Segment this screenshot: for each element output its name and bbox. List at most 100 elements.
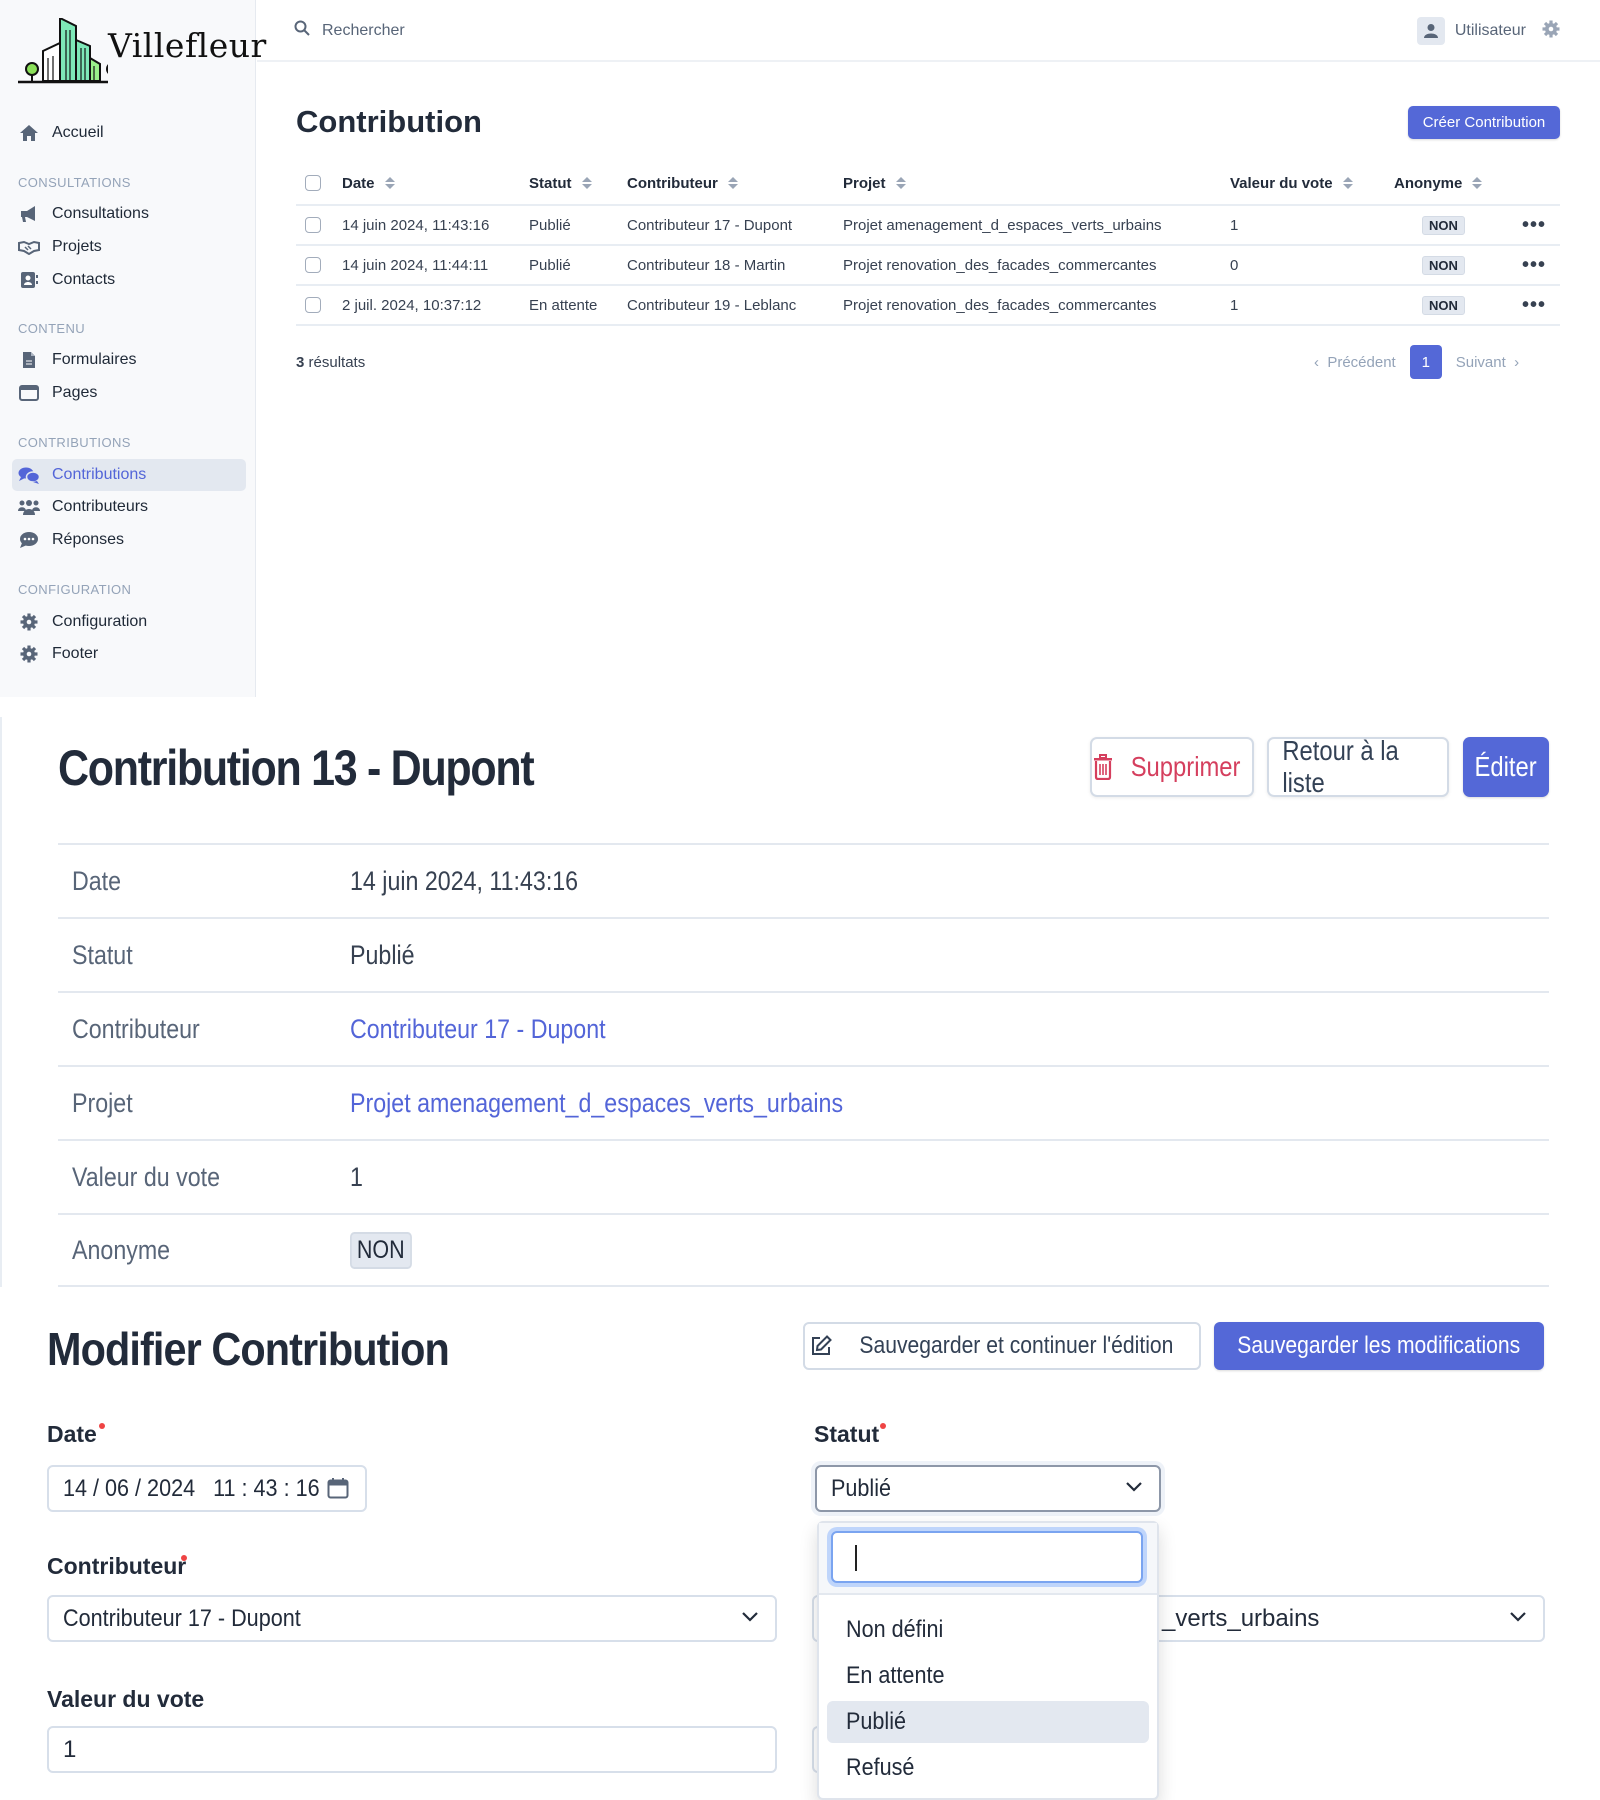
pagination-page-1[interactable]: 1 [1409,345,1442,379]
statut-option-non-defini[interactable]: Non défini [827,1609,1149,1651]
select-all-checkbox[interactable] [305,175,321,191]
sidebar: Villefleur Accueil CONSULTATIONS Consult… [0,0,266,697]
contributeur-select[interactable]: Contributeur 17 - Dupont [47,1595,777,1642]
calendar-icon[interactable] [327,1477,349,1499]
sidebar-item-contacts[interactable]: Contacts [12,264,246,296]
save-and-continue-button[interactable]: Sauvegarder et continuer l'édition [803,1322,1201,1370]
search-input[interactable]: Rechercher [322,22,405,40]
cell-date: 14 juin 2024, 11:43:16 [342,216,490,234]
sidebar-item-reponses[interactable]: Réponses [12,524,246,556]
column-header-statut[interactable]: Statut [529,162,592,204]
contributeur-link[interactable]: Contributeur 18 - Martin [627,246,785,284]
chevron-right-icon: › [1505,353,1520,371]
avatar [1416,17,1445,45]
cell-statut: Publié [529,256,571,274]
settings-gear-icon[interactable] [1542,20,1560,43]
section-configuration: CONFIGURATION [18,582,132,597]
sidebar-item-consultations[interactable]: Consultations [12,198,246,230]
column-header-valeur-du-vote[interactable]: Valeur du vote [1230,162,1353,204]
section-contributions: CONTRIBUTIONS [18,435,131,450]
projet-link[interactable]: Projet amenagement_d_espaces_verts_urbai… [350,1067,843,1139]
statut-dropdown: Non défini En attente Publié Refusé [817,1521,1159,1800]
column-header-anonyme[interactable]: Anonyme [1394,162,1483,204]
sidebar-item-label: Formulaires [52,351,137,368]
column-header-contributeur[interactable]: Contributeur [627,162,738,204]
comment-dots-icon [18,530,40,550]
cell-statut: Publié [529,216,571,234]
required-indicator [181,1555,187,1561]
statut-option-en-attente[interactable]: En attente [827,1655,1149,1697]
cell-vote: 0 [1230,256,1239,274]
sidebar-item-label: Projets [52,238,102,255]
field-value: 1 [350,1161,363,1192]
statut-select[interactable]: Publié [815,1465,1161,1512]
sidebar-item-pages[interactable]: Pages [12,377,246,409]
pagination-next[interactable]: Suivant › [1456,354,1519,371]
detail-row-contributeur: Contributeur Contributeur 17 - Dupont [58,991,1549,1065]
contributeur-link[interactable]: Contributeur 17 - Dupont [350,993,606,1065]
column-header-projet[interactable]: Projet [843,162,906,204]
chevron-down-icon [742,1612,758,1622]
chevron-down-icon [1510,1612,1526,1622]
detail-row-projet: Projet Projet amenagement_d_espaces_vert… [58,1065,1549,1139]
projet-link[interactable]: Projet amenagement_d_espaces_verts_urbai… [843,206,1162,244]
gear-icon [18,644,40,664]
cell-date: 2 juil. 2024, 10:37:12 [342,296,482,314]
contribution-detail-screen: Contribution 13 - Dupont Supprimer Retou… [0,717,1600,1287]
statut-option-refuse[interactable]: Refusé [827,1747,1149,1789]
contributeur-link[interactable]: Contributeur 19 - Leblanc [627,286,796,324]
sidebar-item-contributions[interactable]: Contributions [12,459,246,491]
detail-row-date: Date 14 juin 2024, 11:43:16 [58,843,1549,917]
table-row[interactable]: 14 juin 2024, 11:43:16 Publié Contribute… [296,206,1560,246]
projet-link[interactable]: Projet renovation_des_facades_commercant… [843,286,1157,324]
results-count: 3 résultats [296,354,366,371]
city-logo-icon [18,18,108,84]
contributeur-link[interactable]: Contributeur 17 - Dupont [627,206,792,244]
sidebar-item-configuration[interactable]: Configuration [12,606,246,638]
row-checkbox[interactable] [305,217,321,233]
megaphone-icon [18,204,40,224]
sidebar-item-footer[interactable]: Footer [12,638,246,670]
create-contribution-button[interactable]: Créer Contribution [1408,106,1560,139]
row-actions-menu-icon[interactable]: ••• [1522,294,1546,317]
valeur-du-vote-input[interactable]: 1 [47,1726,777,1773]
sidebar-item-label: Contributions [52,466,147,483]
sidebar-item-accueil[interactable]: Accueil [12,117,246,149]
sidebar-item-label: Réponses [52,531,125,548]
chevron-down-icon [1126,1482,1142,1492]
users-icon [18,497,40,517]
column-header-date[interactable]: Date [342,162,395,204]
sort-icon [384,177,395,189]
field-label: Anonyme [72,1234,171,1265]
date-time-input[interactable]: 14 / 06 / 2024 11 : 43 : 16 [47,1465,367,1512]
statut-search-input[interactable] [831,1531,1143,1583]
table-row[interactable]: 14 juin 2024, 11:44:11 Publié Contribute… [296,246,1560,286]
sidebar-item-formulaires[interactable]: Formulaires [12,344,246,376]
projet-link[interactable]: Projet renovation_des_facades_commercant… [843,246,1157,284]
required-indicator [880,1423,886,1429]
edit-pen-icon [811,1335,832,1355]
pagination: ‹ Précédent 1 Suivant › [1314,345,1519,379]
edit-button[interactable]: Éditer [1463,737,1549,797]
row-actions-menu-icon[interactable]: ••• [1522,214,1546,237]
pagination-previous[interactable]: ‹ Précédent [1314,354,1396,371]
sidebar-item-projets[interactable]: Projets [12,231,246,263]
back-to-list-button[interactable]: Retour à la liste [1267,735,1449,798]
sort-icon [1472,177,1483,189]
contributeur-label: Contributeur [47,1553,187,1579]
table-row[interactable]: 2 juil. 2024, 10:37:12 En attente Contri… [296,286,1560,326]
search-box[interactable]: Rechercher [294,20,405,41]
sidebar-item-contributeurs[interactable]: Contributeurs [12,491,246,523]
statut-option-publie[interactable]: Publié [827,1701,1149,1743]
logo[interactable]: Villefleur [18,18,266,90]
save-changes-button[interactable]: Sauvegarder les modifications [1214,1322,1544,1370]
cell-vote: 1 [1230,296,1239,314]
user-menu[interactable]: Utilisateur [1416,17,1560,45]
row-checkbox[interactable] [305,297,321,313]
row-actions-menu-icon[interactable]: ••• [1522,254,1546,277]
row-checkbox[interactable] [305,257,321,273]
delete-button[interactable]: Supprimer [1090,737,1254,797]
address-book-icon [18,270,40,290]
sort-icon [895,177,906,189]
sidebar-item-label: Footer [52,645,99,662]
